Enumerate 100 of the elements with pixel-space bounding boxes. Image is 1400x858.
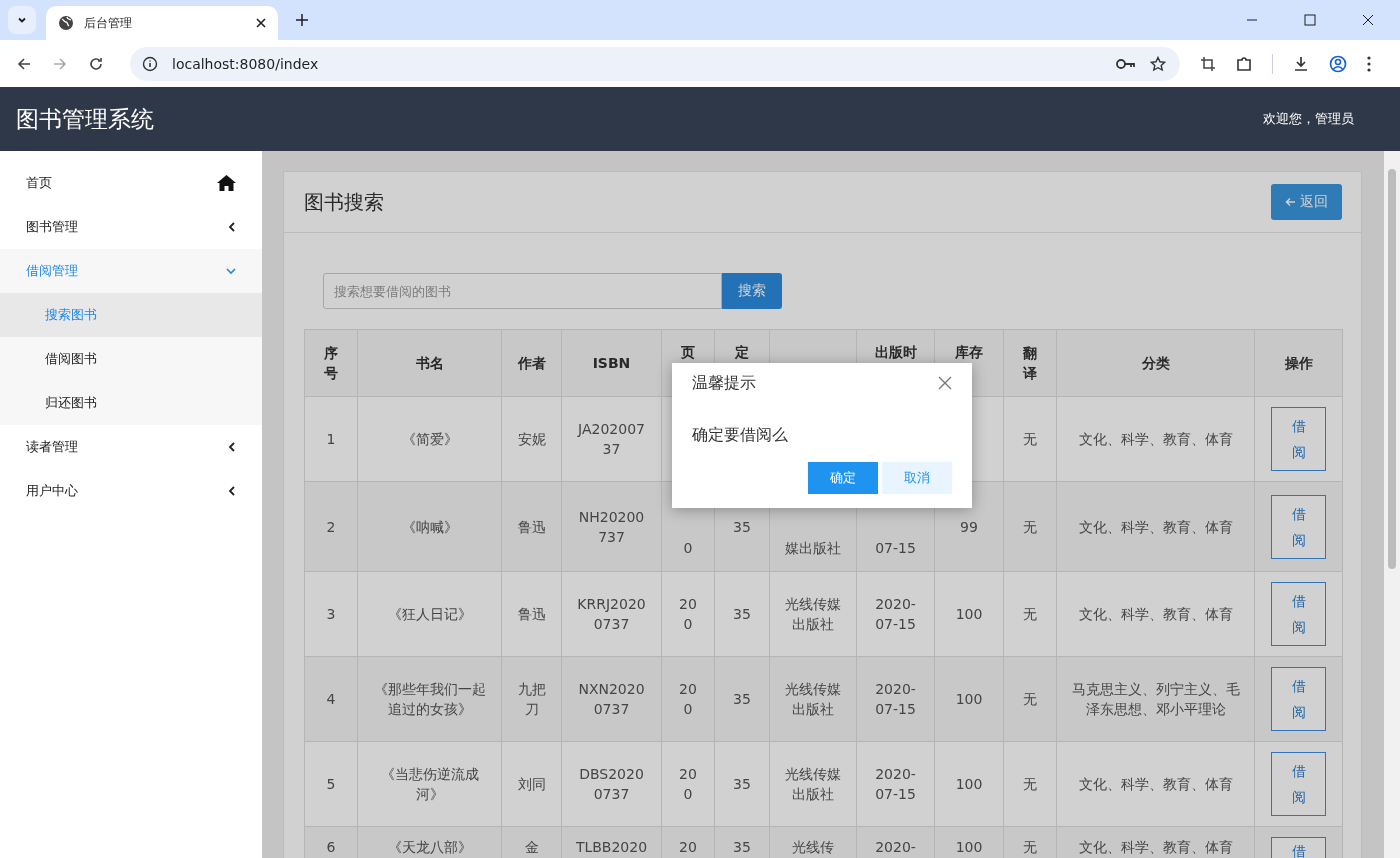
borrow-button[interactable]: 借阅 [1271,407,1326,471]
table-cell: 35 [733,839,751,855]
table-cell: 200 [679,681,697,717]
cancel-button[interactable]: 取消 [882,462,952,494]
sidebar-item[interactable]: 首页 [0,161,262,205]
sidebar-item[interactable]: 借阅管理 [0,249,262,293]
address-bar[interactable]: localhost:8080/index [130,46,1180,81]
chevron-down-icon [226,267,236,275]
star-icon[interactable] [1150,55,1166,72]
back-icon[interactable] [16,55,32,72]
table-cell: 35 [733,691,751,707]
column-header: ISBN [592,355,631,371]
sidebar-item[interactable]: 图书管理 [0,205,262,249]
table-cell: 200 [679,596,697,632]
table-cell: 九把刀 [517,681,546,717]
maximize-icon[interactable] [1304,14,1316,26]
table-cell: 媒出版社 [785,540,841,556]
table-cell: 《简爱》 [401,431,458,447]
info-icon [142,55,158,72]
table-cell: 光线传媒出版社 [785,596,841,632]
table-cell: 无 [1023,606,1037,622]
table-cell: 99 [960,518,978,535]
table-cell: 文化、科学、教育、体育 [1078,518,1233,535]
table-cell: 《狂人日记》 [387,606,472,622]
sidebar-subitem[interactable]: 借阅图书 [0,337,262,381]
borrow-button[interactable]: 借阅 [1271,582,1326,646]
arrow-left-icon [1285,197,1296,207]
table-cell: 2020-07-15 [875,681,916,717]
table-cell: 《当悲伤逆流成河》 [380,766,479,802]
scrollbar-thumb[interactable] [1388,169,1396,569]
key-icon[interactable] [1116,57,1136,70]
table-cell: 金 [524,839,539,855]
table-cell: 光线传媒出版社 [785,766,841,802]
table-cell: DBS20200737 [579,766,644,802]
table-cell: NXN20200737 [578,681,645,717]
table-cell: KRRJ20200737 [577,596,646,632]
profile-icon[interactable] [1329,54,1347,73]
close-window-icon[interactable] [1362,14,1374,26]
search-field[interactable]: 搜索想要借阅的图书 [323,273,722,309]
table-cell: 100 [955,839,983,855]
table-cell: 马克思主义、列宁主义、毛泽东思想、邓小平理论 [1071,681,1240,717]
download-icon[interactable] [1293,55,1309,72]
table-cell: NH20200737 [578,508,645,545]
table-cell: 《天龙八部》 [387,839,472,855]
column-header: 翻译 [1023,345,1037,381]
table-cell: 2020-07-15 [875,766,916,802]
welcome-text: 欢迎您，管理员 [1263,110,1354,128]
table-cell: 无 [1023,776,1037,792]
borrow-button[interactable]: 借阅 [1271,494,1326,559]
table-cell: 07-15 [875,540,916,556]
column-header: 页 [681,344,695,360]
borrow-button[interactable]: 借阅 [1271,752,1326,816]
crop-icon[interactable] [1200,55,1216,72]
app-title: 图书管理系统 [16,104,154,134]
page-title: 图书搜索 [304,188,384,216]
back-button[interactable]: 返回 [1271,184,1342,220]
sidebar-item[interactable]: 用户中心 [0,469,262,513]
scrollbar[interactable] [1384,151,1400,858]
reload-icon[interactable] [88,55,104,72]
table-cell: 2020-07-15 [875,596,916,632]
table-cell: 光线传 [792,839,834,855]
table-cell: 200 [679,766,697,802]
sidebar-subitem[interactable]: 归还图书 [0,381,262,425]
column-header: 出版时 [874,344,917,360]
browser-tab[interactable]: 后台管理 [46,6,278,40]
table-cell: 35 [733,606,751,622]
column-header: 分类 [1141,355,1170,371]
table-cell: 无 [1023,518,1037,535]
table-cell: 100 [955,776,983,792]
column-header: 作者 [517,355,546,371]
more-icon[interactable] [1367,55,1371,72]
column-header: 库存 [955,344,983,360]
table-cell: 100 [955,606,983,622]
home-icon [217,175,236,191]
table-cell: 1 [326,431,336,447]
table-cell: TLBB2020 [575,839,648,855]
puzzle-icon[interactable] [1236,55,1252,72]
table-cell: 35 [733,518,751,535]
borrow-button[interactable]: 借 [1271,837,1326,858]
table-cell: 鲁迅 [517,518,546,535]
globe-icon [58,15,74,31]
close-icon[interactable] [938,376,952,390]
close-tab-icon[interactable] [256,18,266,28]
table-cell: 无 [1023,431,1037,447]
table-cell: 5 [326,776,336,792]
search-button[interactable]: 搜索 [722,273,782,309]
table-cell: 2020- [875,839,916,855]
sidebar-item[interactable]: 读者管理 [0,425,262,469]
table-cell: 《呐喊》 [401,518,458,535]
table-cell: 安妮 [517,431,546,447]
sidebar-subitem[interactable]: 搜索图书 [0,293,262,337]
dialog-message: 确定要借阅么 [692,425,789,446]
table-cell: 100 [955,691,983,707]
new-tab-icon[interactable] [296,14,308,26]
confirm-button[interactable]: 确定 [808,462,878,494]
table-cell: 文化、科学、教育、体育 [1078,606,1233,622]
table-cell: 文化、科学、教育、体育 [1078,839,1233,855]
table-cell: 无 [1023,691,1037,707]
table-cell: 光线传媒出版社 [785,681,841,717]
borrow-button[interactable]: 借阅 [1271,667,1326,731]
